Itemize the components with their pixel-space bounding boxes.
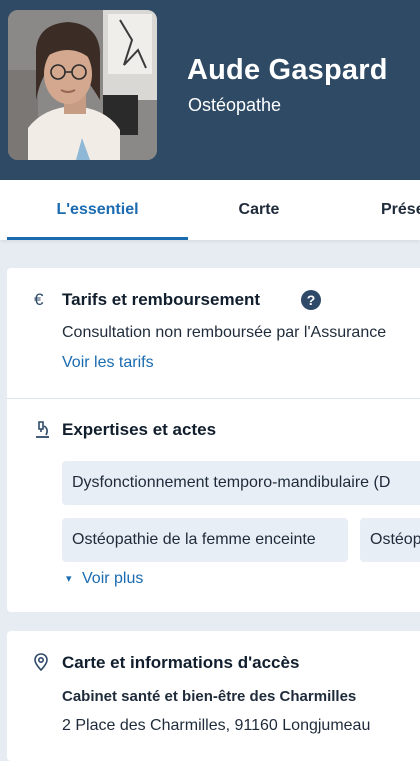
profile-header: Aude Gaspard Ostéopathe — [0, 0, 420, 180]
voir-plus-link[interactable]: Voir plus — [82, 570, 143, 588]
expertise-chip[interactable]: Dysfonctionnement temporo-mandibulaire (… — [62, 461, 420, 505]
tab-presentation[interactable]: Prése — [381, 180, 420, 240]
cabinet-address: 2 Place des Charmilles, 91160 Longjumeau — [62, 717, 371, 734]
profile-photo — [8, 10, 157, 160]
tab-carte[interactable]: Carte — [188, 180, 330, 240]
tab-essentiel[interactable]: L'essentiel — [7, 180, 188, 240]
acces-title: Carte et informations d'accès — [62, 653, 300, 672]
tarifs-title: Tarifs et remboursement — [62, 290, 261, 309]
expertise-chip[interactable]: Ostéop — [360, 518, 420, 562]
practitioner-name: Aude Gaspard — [187, 54, 388, 86]
info-card: € Tarifs et remboursement ? Consultation… — [7, 268, 420, 612]
practitioner-specialty: Ostéopathe — [188, 95, 282, 115]
active-tab-indicator — [7, 237, 188, 240]
tab-bar: L'essentiel Carte Prése — [0, 180, 420, 240]
voir-tarifs-link[interactable]: Voir les tarifs — [62, 354, 154, 372]
microscope-icon — [33, 420, 51, 445]
expertises-title: Expertises et actes — [62, 420, 217, 439]
expertise-chip[interactable]: Ostéopathie de la femme enceinte — [62, 518, 348, 562]
euro-icon: € — [34, 290, 44, 309]
access-card: Carte et informations d'accès Cabinet sa… — [7, 631, 420, 761]
location-pin-icon — [34, 653, 48, 676]
cabinet-name: Cabinet santé et bien-être des Charmille… — [62, 688, 357, 705]
tarifs-text: Consultation non remboursée par l'Assura… — [62, 324, 387, 341]
help-icon[interactable]: ? — [301, 290, 321, 310]
chevron-down-icon[interactable]: ▾ — [66, 570, 72, 589]
section-divider — [7, 398, 420, 399]
